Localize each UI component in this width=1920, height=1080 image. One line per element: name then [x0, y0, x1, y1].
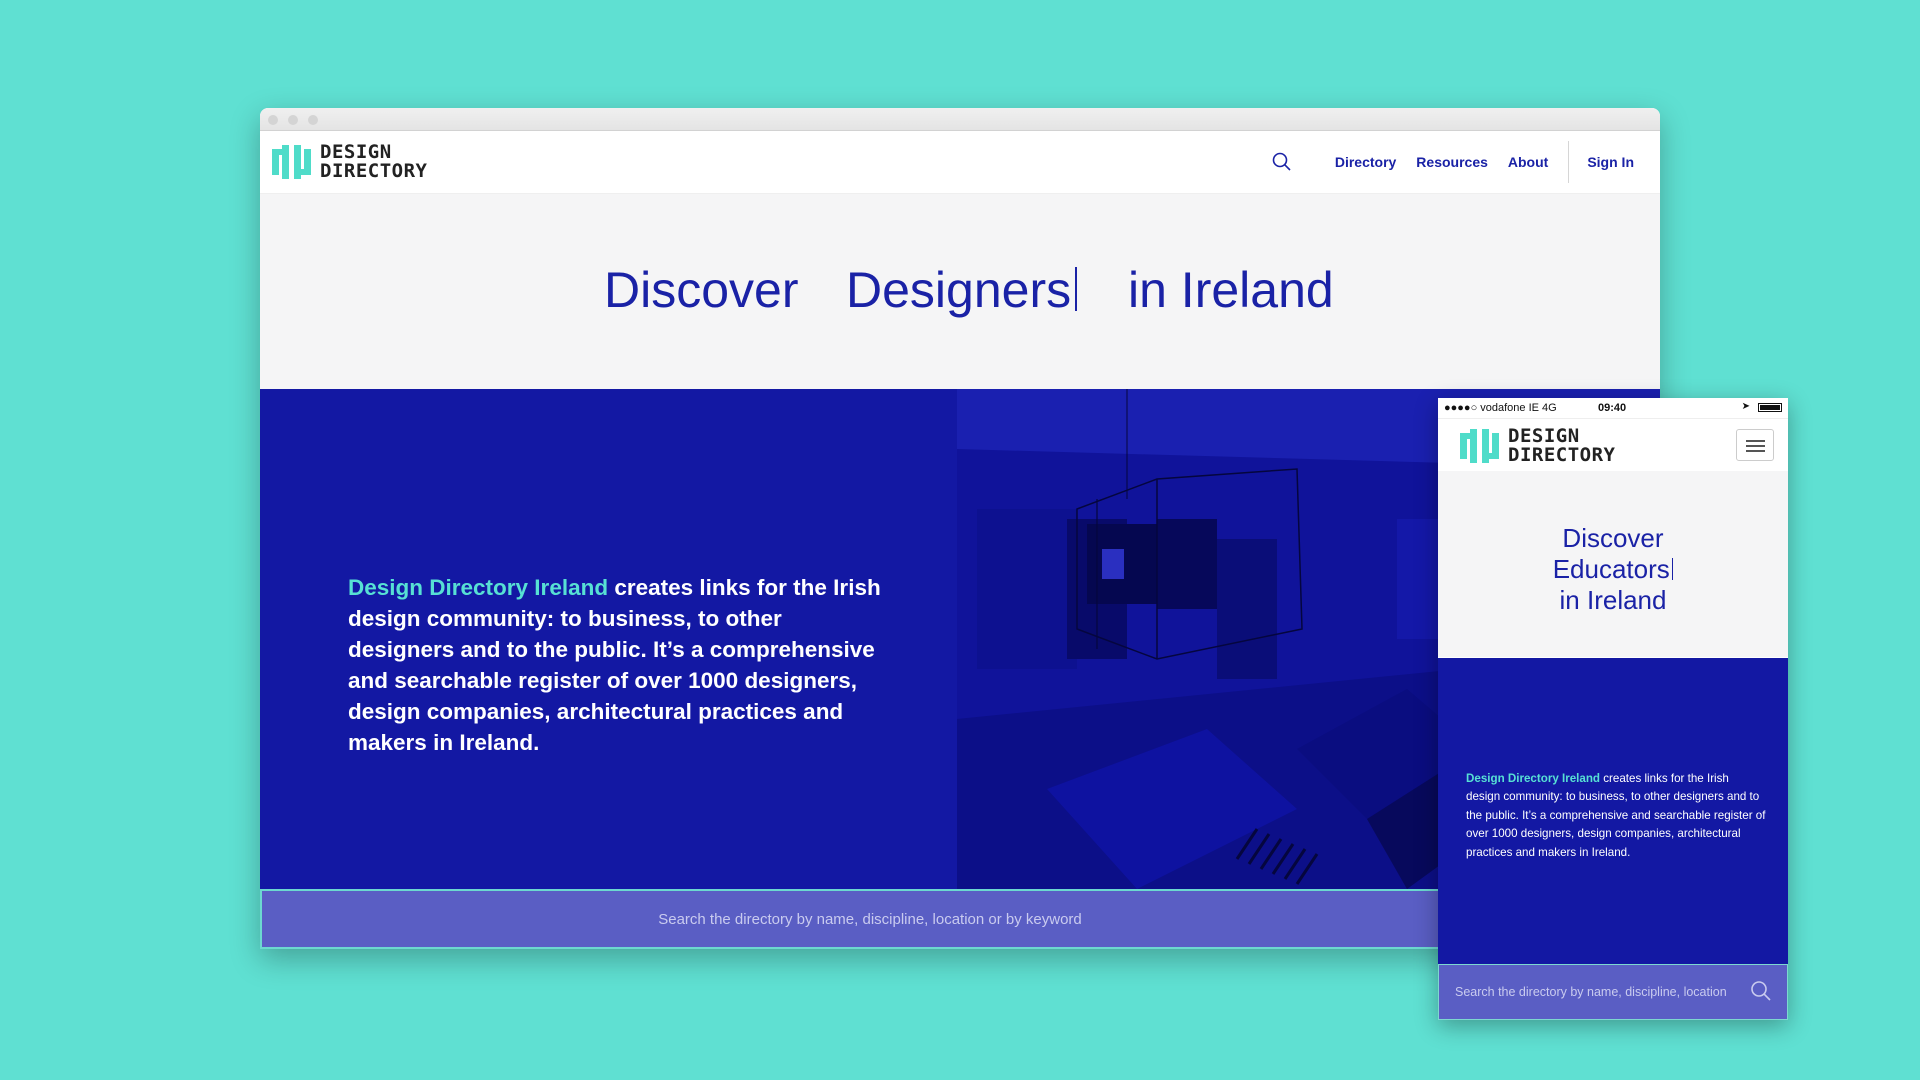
mobile-typing-cursor: [1671, 558, 1674, 580]
browser-chrome: [260, 108, 1660, 131]
location-arrow-icon: ➤: [1741, 401, 1750, 412]
nav-link-directory[interactable]: Directory: [1335, 154, 1396, 170]
sign-in-link[interactable]: Sign In: [1587, 154, 1634, 170]
site-logo[interactable]: DESIGN DIRECTORY: [272, 143, 427, 181]
window-close-dot[interactable]: [268, 115, 278, 125]
intro-highlight: Design Directory Ireland: [348, 574, 609, 600]
nav-link-about[interactable]: About: [1508, 154, 1548, 170]
hamburger-menu-icon[interactable]: [1736, 429, 1774, 461]
search-icon[interactable]: [1271, 151, 1293, 173]
nav-divider: [1568, 141, 1570, 183]
mobile-logo-line-2: DIRECTORY: [1508, 444, 1616, 466]
hero-word-discover: Discover: [604, 262, 799, 318]
intro-paragraph: Design Directory Ireland creates links f…: [348, 572, 888, 758]
mobile-intro-highlight: Design Directory Ireland: [1466, 771, 1601, 785]
mobile-hero-line-2: Educators: [1438, 554, 1788, 585]
hero-word-location: in Ireland: [1128, 262, 1334, 318]
mobile-device: ●●●●○ vodafone IE 4G 09:40 ➤ DESIGN DIRE…: [1438, 398, 1788, 1020]
mobile-site-logo[interactable]: DESIGN DIRECTORY: [1460, 427, 1615, 465]
intro-text: creates links for the Irish design commu…: [348, 574, 881, 755]
mobile-hero-line-3: in Ireland: [1559, 585, 1667, 615]
mobile-hero-line-1: Discover: [1562, 523, 1664, 553]
battery-icon: [1758, 403, 1782, 412]
nav-link-resources[interactable]: Resources: [1416, 154, 1488, 170]
mobile-hero-rotating-text: Educators: [1552, 554, 1670, 584]
window-maximize-dot[interactable]: [308, 115, 318, 125]
hero-section: Discover Designers in Ireland: [260, 194, 1660, 390]
phone-status-bar: ●●●●○ vodafone IE 4G 09:40 ➤: [1438, 398, 1788, 419]
directory-search-placeholder: Search the directory by name, discipline…: [658, 910, 1082, 928]
mobile-search-placeholder: Search the directory by name, discipline…: [1455, 985, 1727, 999]
mobile-intro-paragraph: Design Directory Ireland creates links f…: [1466, 770, 1766, 863]
logo-wordmark: DESIGN DIRECTORY: [320, 143, 427, 181]
search-icon[interactable]: [1749, 979, 1773, 1003]
main-nav: Directory Resources About Sign In: [1271, 131, 1634, 193]
carrier-label: ●●●●○ vodafone IE 4G: [1444, 402, 1557, 414]
logo-mark-icon: [1460, 429, 1504, 463]
mobile-intro-band: Design Directory Ireland creates links f…: [1438, 658, 1788, 964]
mobile-header: DESIGN DIRECTORY: [1438, 419, 1788, 471]
hero-word-rotating: Designers: [846, 260, 1078, 320]
hero-rotating-text: Designers: [846, 262, 1072, 318]
window-minimize-dot[interactable]: [288, 115, 298, 125]
typing-cursor: [1075, 267, 1078, 311]
logo-mark-icon: [272, 145, 316, 179]
mobile-logo-wordmark: DESIGN DIRECTORY: [1508, 427, 1615, 465]
logo-line-2: DIRECTORY: [320, 160, 428, 182]
mobile-search-bar[interactable]: Search the directory by name, discipline…: [1438, 964, 1788, 1020]
site-header: DESIGN DIRECTORY Directory Resources Abo…: [260, 131, 1660, 194]
mobile-hero: Discover Educators in Ireland: [1438, 471, 1788, 657]
status-time: 09:40: [1598, 402, 1627, 414]
